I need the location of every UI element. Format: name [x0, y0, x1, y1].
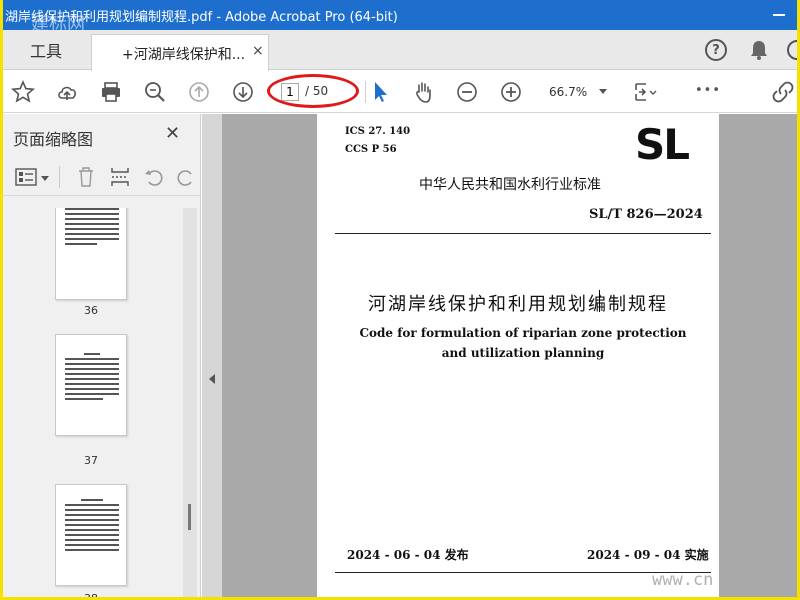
tab-tools[interactable]: 工具 [3, 30, 89, 70]
sl-logo: SL [635, 120, 690, 169]
zoom-in-icon[interactable] [499, 80, 523, 104]
chevron-down-icon[interactable] [41, 176, 49, 181]
toolbar-divider [365, 81, 366, 103]
link-share-icon[interactable] [771, 80, 795, 104]
thumbnail-page-number: 36 [84, 304, 98, 317]
thumbnail-list: 36 37 38 [13, 208, 185, 597]
trash-icon[interactable] [75, 166, 97, 188]
panel-title: 页面缩略图 [13, 130, 94, 149]
account-icon[interactable] [787, 40, 797, 60]
standard-agency: 中华人民共和国水利行业标准 [419, 177, 601, 193]
rotate-right-icon[interactable] [175, 166, 197, 188]
next-page-icon[interactable] [231, 80, 255, 104]
panel-divider [59, 166, 60, 188]
issue-date: 2024 - 06 - 04 发布 [347, 548, 469, 562]
acrobat-window: 湖岸线保护和利用规划编制规程.pdf - Adobe Acrobat Pro (… [3, 0, 797, 597]
minimize-button[interactable] [773, 14, 785, 16]
ccs-code: CCS P 56 [345, 144, 397, 155]
cloud-upload-icon[interactable] [55, 80, 79, 104]
more-tools-button[interactable]: ••• [695, 83, 721, 98]
printer-icon[interactable] [99, 80, 123, 104]
ics-code: ICS 27. 140 [345, 126, 411, 137]
zoom-value: 66.7% [549, 85, 588, 99]
tab-bar: 工具 +河湖岸线保护和... × ? [3, 30, 797, 71]
standard-number: SL/T 826—2024 [589, 207, 703, 222]
page-thumbnail[interactable] [55, 334, 127, 436]
page-gutter-right [717, 114, 797, 597]
title-chinese: 河湖岸线保护和利用规划编制规程 [368, 294, 668, 315]
thumbnail-scrollbar[interactable] [183, 208, 197, 597]
title-bar: 湖岸线保护和利用规划编制规程.pdf - Adobe Acrobat Pro (… [3, 0, 797, 35]
insert-page-icon[interactable] [109, 166, 131, 188]
text-cursor [599, 290, 600, 312]
collapse-panel-arrow[interactable] [209, 374, 215, 384]
zoom-out-icon[interactable] [455, 80, 479, 104]
previous-page-icon[interactable] [187, 80, 211, 104]
page-gutter-left [222, 114, 317, 597]
zoom-dropdown[interactable]: 66.7% [539, 81, 615, 103]
page-thumbnail[interactable] [55, 208, 127, 300]
title-english-line-2: and utilization planning [441, 346, 605, 360]
highlight-ring [267, 74, 359, 108]
page-navigator: 1 / 50 [267, 74, 359, 108]
thumbnail-options-icon[interactable] [15, 168, 37, 186]
implementation-date: 2024 - 09 - 04 实施 [587, 548, 709, 562]
rotate-left-icon[interactable] [143, 166, 165, 188]
pdf-page[interactable]: ICS 27. 140 CCS P 56 SL 中华人民共和国水利行业标准 SL… [317, 114, 719, 597]
tab-document[interactable]: +河湖岸线保护和... × [91, 34, 269, 71]
tab-document-label: +河湖岸线保护和... [122, 47, 246, 63]
close-panel-button[interactable]: ✕ [165, 123, 180, 144]
main-toolbar: 1 / 50 66.7% ••• [3, 71, 797, 113]
select-cursor-icon[interactable] [369, 80, 393, 104]
panel-toolbar [3, 160, 201, 196]
title-english-line-1: Code for formulation of riparian zone pr… [359, 326, 687, 340]
watermark-url: www.cn [652, 570, 714, 590]
page-thumbnail[interactable] [55, 484, 127, 586]
hand-tool-icon[interactable] [411, 80, 435, 104]
bell-icon[interactable] [747, 38, 771, 62]
thumbnail-page-number: 37 [84, 454, 98, 467]
chevron-down-icon [599, 89, 607, 94]
document-view[interactable]: ICS 27. 140 CCS P 56 SL 中华人民共和国水利行业标准 SL… [202, 114, 797, 597]
star-icon[interactable] [11, 80, 35, 104]
help-icon[interactable]: ? [705, 39, 727, 61]
scrollbar-thumb[interactable] [188, 504, 191, 530]
close-tab-button[interactable]: × [252, 43, 264, 59]
header-rule [335, 233, 711, 234]
fit-page-icon[interactable] [633, 80, 657, 104]
thumbnail-page-number: 38 [55, 592, 127, 597]
zoom-search-icon[interactable] [143, 80, 167, 104]
thumbnail-panel: 页面缩略图 ✕ 36 37 [3, 114, 201, 597]
